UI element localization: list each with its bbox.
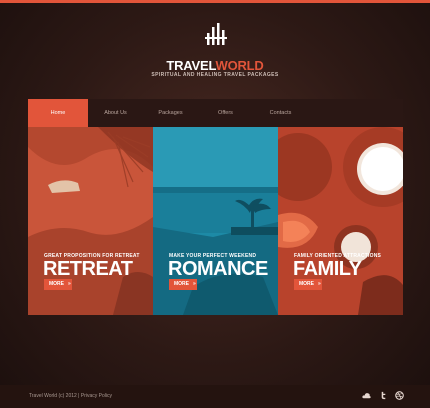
- brand-name-part2: WORLD: [215, 58, 264, 73]
- retreat-title: RETREAT: [43, 258, 133, 280]
- feature-panels: GREAT PROPOSITION FOR RETREAT RETREAT MO…: [28, 127, 403, 315]
- nav-item-packages[interactable]: Packages: [143, 99, 198, 127]
- arrow-right-icon: »: [318, 281, 321, 287]
- more-label: MORE: [49, 281, 64, 287]
- romance-more-button[interactable]: MORE »: [169, 279, 197, 290]
- panel-retreat[interactable]: GREAT PROPOSITION FOR RETREAT RETREAT MO…: [28, 127, 153, 315]
- nav-item-home[interactable]: Home: [28, 99, 88, 127]
- top-accent-bar: [0, 0, 430, 3]
- arrow-right-icon: »: [68, 281, 71, 287]
- romance-title: ROMANCE: [168, 258, 268, 280]
- panel-family[interactable]: FAMILY ORIENTED ATTRACTIONS FAMILY MORE»: [278, 127, 403, 315]
- arrow-right-icon: »: [193, 281, 196, 287]
- twitter-icon[interactable]: [379, 391, 388, 400]
- panel-romance[interactable]: MAKE YOUR PERFECT WEEKEND ROMANCE MORE»: [153, 127, 278, 315]
- main-nav: Home About Us Packages Offers Contacts: [28, 99, 403, 127]
- nav-item-about-us[interactable]: About Us: [88, 99, 143, 127]
- nav-item-offers[interactable]: Offers: [198, 99, 253, 127]
- more-label: MORE: [174, 281, 189, 287]
- cloud-icon[interactable]: [362, 391, 371, 400]
- tagline: SPIRITUAL AND HEALING TRAVEL PACKAGES: [151, 72, 279, 78]
- dribbble-icon[interactable]: [395, 391, 404, 400]
- copyright-text[interactable]: Travel World (c) 2012 | Privacy Policy: [29, 393, 112, 399]
- logo-icon: [205, 23, 227, 45]
- brand-logo[interactable]: TRAVELWORLD: [0, 58, 430, 73]
- nav-item-contacts[interactable]: Contacts: [253, 99, 308, 127]
- retreat-more-button[interactable]: MORE »: [44, 279, 72, 290]
- brand-name-part1: TRAVEL: [166, 58, 216, 73]
- more-label: MORE: [299, 281, 314, 287]
- family-title: FAMILY: [293, 258, 362, 280]
- family-more-button[interactable]: MORE »: [294, 279, 322, 290]
